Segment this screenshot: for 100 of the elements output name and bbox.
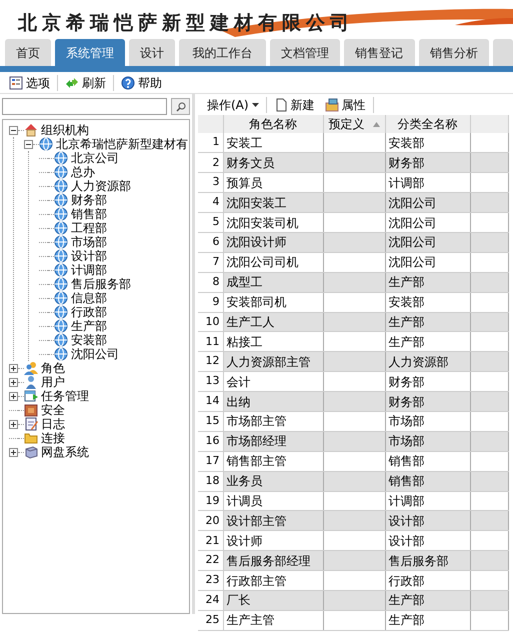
arrows-icon bbox=[65, 76, 79, 90]
collapse-icon[interactable] bbox=[9, 126, 18, 134]
row-number: 12 bbox=[198, 352, 223, 372]
tree-item[interactable]: 工程部 bbox=[71, 221, 107, 235]
table-cell: 沈阳公司 bbox=[385, 252, 470, 272]
tree-item[interactable]: 销售部 bbox=[71, 207, 107, 221]
table-cell bbox=[323, 212, 385, 232]
table-cell: 生产部 bbox=[385, 312, 470, 332]
expand-icon[interactable] bbox=[9, 420, 18, 428]
table-cell: 销售部 bbox=[385, 451, 470, 472]
row-number: 2 bbox=[198, 152, 223, 173]
table-cell: 销售部 bbox=[385, 471, 470, 492]
tree-item[interactable]: 总办 bbox=[71, 165, 95, 179]
table-cell bbox=[323, 610, 385, 630]
tree-item[interactable]: 用户 bbox=[41, 375, 65, 389]
tree-item[interactable]: 北京公司 bbox=[71, 151, 119, 165]
search-button[interactable] bbox=[171, 98, 190, 115]
tree-item[interactable]: 北京希瑞恺萨新型建材有 bbox=[56, 137, 188, 151]
table-cell bbox=[323, 232, 385, 252]
tab[interactable]: 系统管理 bbox=[55, 39, 126, 66]
help-icon bbox=[121, 76, 135, 90]
column-header[interactable]: 分类全名称 bbox=[385, 115, 470, 133]
expand-icon[interactable] bbox=[9, 378, 18, 386]
row-number: 16 bbox=[198, 431, 223, 452]
table-cell: 财务文员 bbox=[223, 152, 323, 173]
globe-icon bbox=[54, 263, 68, 277]
table-cell: 财务部 bbox=[385, 392, 470, 412]
tree-item[interactable]: 市场部 bbox=[71, 235, 107, 249]
table-cell bbox=[323, 431, 385, 452]
options-button[interactable]: 选项 bbox=[6, 74, 53, 92]
new-button[interactable]: 新建 bbox=[270, 96, 318, 114]
row-number: 10 bbox=[198, 312, 223, 332]
table-cell: 行政部 bbox=[385, 570, 470, 590]
tree-item[interactable]: 生产部 bbox=[71, 319, 107, 333]
table-cell bbox=[323, 272, 385, 292]
window-icon bbox=[24, 389, 38, 403]
row-number: 13 bbox=[198, 372, 223, 392]
table-cell bbox=[323, 471, 385, 492]
row-number: 5 bbox=[198, 212, 223, 232]
house-icon bbox=[24, 123, 38, 137]
column-header[interactable]: 角色名称 bbox=[223, 115, 323, 133]
globe-icon bbox=[54, 235, 68, 249]
table-cell: 人力资源部主管 bbox=[223, 352, 323, 372]
properties-button[interactable]: 属性 bbox=[322, 96, 369, 114]
tree-item[interactable]: 行政部 bbox=[71, 305, 107, 319]
refresh-button[interactable]: 刷新 bbox=[62, 74, 109, 92]
search-field[interactable] bbox=[2, 98, 168, 115]
row-number: 1 bbox=[198, 133, 223, 153]
column-header[interactable]: 预定义 bbox=[323, 115, 385, 133]
table-cell: 业务员 bbox=[223, 471, 323, 492]
tree-item[interactable]: 角色 bbox=[41, 361, 65, 375]
table-cell bbox=[323, 590, 385, 610]
tab[interactable]: 销售分析 bbox=[418, 39, 490, 66]
tree-item[interactable]: 连接 bbox=[41, 431, 65, 445]
tree-item[interactable]: 财务部 bbox=[71, 193, 107, 207]
table-cell bbox=[323, 252, 385, 272]
tree-item[interactable]: 日志 bbox=[41, 417, 65, 431]
tree-item[interactable]: 网盘系统 bbox=[41, 445, 89, 459]
drive-icon bbox=[24, 445, 38, 459]
row-number: 8 bbox=[198, 272, 223, 292]
globe-icon bbox=[54, 319, 68, 333]
globe-icon bbox=[54, 221, 68, 235]
globe-icon bbox=[54, 179, 68, 193]
table-cell: 沈阳公司 bbox=[385, 192, 470, 213]
expand-icon[interactable] bbox=[9, 392, 18, 400]
table-cell: 市场部主管 bbox=[223, 411, 323, 432]
expand-icon[interactable] bbox=[9, 364, 18, 372]
globe-icon bbox=[54, 165, 68, 179]
tree-item[interactable]: 信息部 bbox=[71, 291, 107, 305]
row-number: 3 bbox=[198, 172, 223, 193]
globe-icon bbox=[54, 277, 68, 291]
row-number: 19 bbox=[198, 491, 223, 511]
tree-item[interactable]: 任务管理 bbox=[41, 389, 89, 403]
tree-item[interactable]: 售后服务部 bbox=[71, 277, 131, 291]
list-icon bbox=[9, 76, 23, 90]
tab[interactable]: 首页 bbox=[5, 39, 52, 66]
table-cell bbox=[323, 510, 385, 531]
table-cell bbox=[323, 192, 385, 213]
row-number: 18 bbox=[198, 471, 223, 492]
table-cell: 市场部 bbox=[385, 411, 470, 432]
row-number: 15 bbox=[198, 411, 223, 432]
tree-item[interactable]: 组织机构 bbox=[41, 123, 89, 137]
tab[interactable]: 销售登记 bbox=[344, 39, 415, 66]
tree-item[interactable]: 设计部 bbox=[71, 249, 107, 263]
tree-item[interactable]: 人力资源部 bbox=[71, 179, 131, 193]
help-button[interactable]: 帮助 bbox=[118, 74, 165, 92]
globe-icon bbox=[54, 151, 68, 165]
table-cell bbox=[323, 570, 385, 590]
menu-button[interactable]: 操作(A) bbox=[204, 96, 262, 114]
tab[interactable]: 我的工作台 bbox=[179, 39, 266, 66]
table-cell: 生产部 bbox=[385, 590, 470, 610]
tree-item[interactable]: 安全 bbox=[41, 403, 65, 417]
tree-item[interactable]: 沈阳公司 bbox=[71, 347, 119, 361]
tree-item[interactable]: 计调部 bbox=[71, 263, 107, 277]
tree-item[interactable]: 安装部 bbox=[71, 333, 107, 347]
collapse-icon[interactable] bbox=[24, 140, 33, 148]
tab[interactable]: 设计 bbox=[129, 39, 176, 66]
table-cell bbox=[323, 392, 385, 412]
tab[interactable]: 文档管理 bbox=[270, 39, 340, 66]
expand-icon[interactable] bbox=[9, 448, 18, 456]
